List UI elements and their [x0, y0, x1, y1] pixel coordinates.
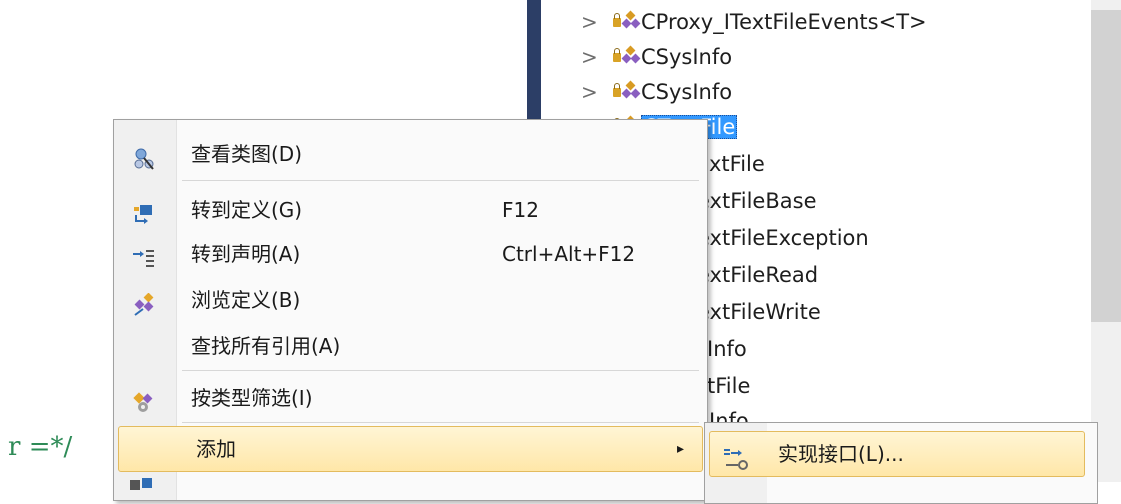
menu-item-label: 浏览定义(B) — [191, 288, 301, 312]
menu-item-label: 按类型筛选(I) — [191, 386, 313, 410]
tree-item-label: Info — [707, 337, 747, 361]
menu-item-go-to-declaration[interactable]: 转到声明(A) Ctrl+Alt+F12 — [114, 232, 707, 276]
tree-item-csysinfo-2[interactable]: > CSysInfo — [581, 75, 732, 109]
tree-item-textfile[interactable]: xtFile — [709, 147, 765, 181]
expand-chevron-icon[interactable]: > — [581, 40, 607, 74]
menu-separator — [182, 370, 699, 371]
scrollbar-thumb[interactable] — [1091, 10, 1121, 322]
implement-interface-icon — [722, 442, 748, 470]
menu-item-label: 转到声明(A) — [191, 242, 301, 266]
menu-item-label: 查找所有引用(A) — [191, 334, 341, 358]
tree-item-textfileread[interactable]: extFileRead — [697, 258, 818, 292]
menu-item-browse-definition[interactable]: 浏览定义(B) — [114, 278, 707, 322]
tree-item-textfileexception[interactable]: extFileException — [697, 221, 869, 255]
menu-item-shortcut: F12 — [502, 198, 539, 222]
tree-item-csysinfo[interactable]: > CSysInfo — [581, 40, 732, 74]
code-editor-line: r =*/ — [8, 432, 73, 462]
menu-item-add[interactable]: 添加 ▸ — [118, 426, 703, 472]
tree-item-label: extFileBase — [697, 189, 817, 213]
menu-item-label: 查看类图(D) — [191, 142, 303, 166]
tree-item-tfile[interactable]: tFile — [707, 369, 750, 403]
tree-item-label: tFile — [707, 374, 751, 398]
submenu-arrow-icon: ▸ — [677, 441, 685, 457]
tree-item-label: extFileWrite — [697, 300, 821, 324]
context-menu: 查看类图(D) 转到定义(G) F12 转到声明(A) Ctrl+Alt+F12… — [113, 119, 708, 501]
menu-separator — [182, 180, 699, 181]
tree-item-info-2[interactable]: Info — [709, 404, 749, 424]
tree-item-info[interactable]: Info — [707, 332, 747, 366]
tree-item-label: CSysInfo — [641, 45, 733, 69]
tree-item-textfilebase[interactable]: extFileBase — [697, 184, 817, 218]
go-to-definition-icon — [132, 198, 156, 224]
tree-item-textfilewrite[interactable]: extFileWrite — [697, 295, 821, 329]
go-to-declaration-icon — [132, 242, 156, 267]
partial-menu-icon — [128, 474, 156, 494]
menu-item-shortcut: Ctrl+Alt+F12 — [502, 242, 636, 266]
menu-item-find-all-references[interactable]: 查找所有引用(A) — [114, 324, 707, 368]
expand-chevron-icon[interactable]: > — [581, 75, 607, 109]
menu-item-implement-interface[interactable]: 实现接口(L)... — [709, 431, 1085, 477]
tree-item-cproxy-itextfileevents[interactable]: > CProxy_ITextFileEvents<T> — [581, 5, 927, 39]
expand-chevron-icon[interactable]: > — [581, 5, 607, 39]
tree-item-label: CProxy_ITextFileEvents<T> — [641, 10, 927, 34]
menu-item-go-to-definition[interactable]: 转到定义(G) F12 — [114, 188, 707, 232]
protected-class-icon — [607, 10, 641, 32]
class-diagram-icon — [132, 142, 156, 170]
protected-class-icon — [607, 80, 641, 102]
menu-item-filter-by-type[interactable]: 按类型筛选(I) — [114, 376, 707, 420]
tree-item-label: CSysInfo — [641, 80, 733, 104]
menu-item-label: 转到定义(G) — [191, 198, 303, 222]
tree-item-label: extFileRead — [697, 263, 819, 287]
menu-item-label: 添加 — [196, 437, 236, 461]
menu-separator — [182, 422, 699, 423]
protected-class-icon — [607, 45, 641, 67]
browse-definition-icon — [132, 288, 156, 316]
menu-item-label: 实现接口(L)... — [778, 442, 904, 466]
filter-by-type-icon — [132, 386, 156, 412]
menu-item-view-class-diagram[interactable]: 查看类图(D) — [114, 132, 707, 176]
vertical-scrollbar[interactable] — [1091, 0, 1121, 482]
add-submenu: 实现接口(L)... — [704, 422, 1098, 504]
tree-item-label: extFileException — [697, 226, 869, 250]
tree-item-label: xtFile — [709, 152, 765, 176]
